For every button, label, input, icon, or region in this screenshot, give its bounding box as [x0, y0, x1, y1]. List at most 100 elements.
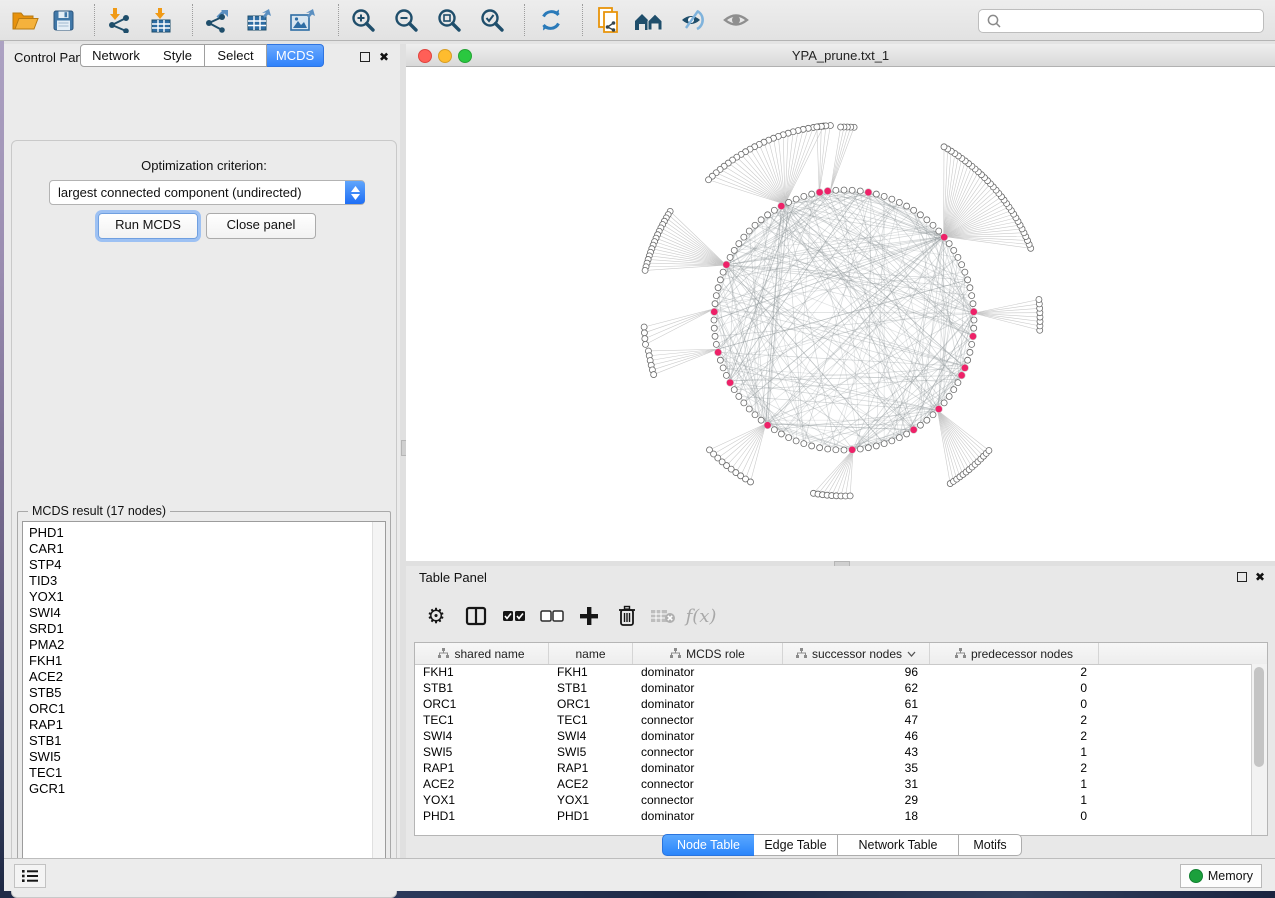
mcds-result-item[interactable]: CAR1: [29, 541, 385, 557]
mcds-result-item[interactable]: ORC1: [29, 701, 385, 717]
table-row[interactable]: RAP1RAP1dominator352: [415, 760, 1251, 776]
search-box[interactable]: [978, 9, 1264, 33]
tab-network[interactable]: Network: [80, 44, 152, 67]
mcds-result-item[interactable]: STP4: [29, 557, 385, 573]
mcds-result-item[interactable]: SRD1: [29, 621, 385, 637]
mcds-list-scrollbar[interactable]: [372, 522, 385, 879]
column-header-shared-name[interactable]: shared name: [415, 643, 549, 664]
network-graph-canvas[interactable]: [406, 67, 1275, 561]
delete-column-button[interactable]: [612, 602, 642, 630]
tab-motifs[interactable]: Motifs: [959, 834, 1022, 856]
network-window-titlebar[interactable]: YPA_prune.txt_1: [406, 44, 1275, 67]
dominator-node[interactable]: [824, 187, 831, 194]
dominator-node[interactable]: [764, 422, 771, 429]
table-row[interactable]: FKH1FKH1dominator962: [415, 664, 1251, 680]
dominator-node[interactable]: [910, 426, 917, 433]
function-builder-button[interactable]: f(x): [686, 602, 716, 630]
mcds-result-item[interactable]: GCR1: [29, 781, 385, 797]
table-row[interactable]: YOX1YOX1connector291: [415, 792, 1251, 808]
mcds-result-item[interactable]: PHD1: [29, 525, 385, 541]
column-header-name[interactable]: name: [549, 643, 633, 664]
table-row[interactable]: ACE2ACE2connector311: [415, 776, 1251, 792]
share-document-button[interactable]: [592, 5, 626, 35]
save-session-button[interactable]: [46, 5, 80, 35]
dominator-node[interactable]: [723, 261, 730, 268]
tab-mcds[interactable]: MCDS: [267, 44, 324, 67]
scrollbar-thumb[interactable]: [1254, 667, 1264, 767]
refresh-layout-button[interactable]: [534, 5, 568, 35]
table-row[interactable]: ORC1ORC1dominator610: [415, 696, 1251, 712]
show-graphics-details-button[interactable]: [719, 5, 753, 35]
mcds-result-item[interactable]: STB1: [29, 733, 385, 749]
control-panel-close-button[interactable]: ✖: [378, 51, 390, 63]
tab-network-table[interactable]: Network Table: [838, 834, 959, 856]
table-row[interactable]: TEC1TEC1connector472: [415, 712, 1251, 728]
column-header-predecessor-nodes[interactable]: predecessor nodes: [930, 643, 1099, 664]
mcds-result-item[interactable]: PMA2: [29, 637, 385, 653]
search-input[interactable]: [1006, 13, 1263, 29]
fit-content-button[interactable]: [432, 5, 466, 35]
dominator-node[interactable]: [958, 372, 965, 379]
mcds-result-item[interactable]: RAP1: [29, 717, 385, 733]
task-history-button[interactable]: [14, 864, 46, 888]
tab-node-table[interactable]: Node Table: [662, 834, 755, 856]
mcds-result-item[interactable]: FKH1: [29, 653, 385, 669]
import-table-button[interactable]: [144, 5, 178, 35]
hide-graphics-details-button[interactable]: [676, 5, 710, 35]
zoom-in-button[interactable]: [346, 5, 380, 35]
cell-successor_nodes: 43: [783, 744, 918, 760]
export-image-button[interactable]: [285, 5, 319, 35]
table-row[interactable]: PHD1PHD1dominator180: [415, 808, 1251, 824]
mcds-result-item[interactable]: ACE2: [29, 669, 385, 685]
cell-name: PHD1: [557, 808, 589, 824]
run-mcds-button[interactable]: Run MCDS: [98, 213, 198, 239]
dominator-node[interactable]: [941, 234, 948, 241]
import-network-button[interactable]: [102, 5, 136, 35]
dominator-node[interactable]: [816, 189, 823, 196]
mcds-result-item[interactable]: YOX1: [29, 589, 385, 605]
control-panel-float-button[interactable]: [359, 51, 371, 63]
tab-edge-table[interactable]: Edge Table: [754, 834, 838, 856]
dominator-node[interactable]: [970, 308, 977, 315]
table-settings-button[interactable]: ⚙: [421, 602, 451, 630]
split-panel-button[interactable]: [461, 602, 491, 630]
dominator-node[interactable]: [865, 189, 872, 196]
dominator-node[interactable]: [778, 202, 785, 209]
table-scrollbar[interactable]: [1251, 664, 1267, 835]
home-networks-button[interactable]: [632, 5, 666, 35]
export-network-button[interactable]: [200, 5, 234, 35]
column-header-successor-nodes[interactable]: successor nodes: [783, 643, 930, 664]
add-column-button[interactable]: [574, 602, 604, 630]
dominator-node[interactable]: [961, 364, 968, 371]
close-panel-button[interactable]: Close panel: [206, 213, 316, 239]
dominator-node[interactable]: [714, 349, 721, 356]
tab-select[interactable]: Select: [205, 44, 267, 67]
mcds-result-list[interactable]: PHD1CAR1STP4TID3YOX1SWI4SRD1PMA2FKH1ACE2…: [22, 521, 386, 880]
dominator-node[interactable]: [969, 333, 976, 340]
export-table-button[interactable]: [242, 5, 276, 35]
dominator-node[interactable]: [711, 308, 718, 315]
memory-button[interactable]: Memory: [1180, 864, 1262, 888]
mcds-result-item[interactable]: TEC1: [29, 765, 385, 781]
tab-style[interactable]: Style: [151, 44, 205, 67]
mcds-result-item[interactable]: TID3: [29, 573, 385, 589]
open-file-button[interactable]: [8, 5, 42, 35]
deselect-all-button[interactable]: [537, 602, 567, 630]
delete-table-button[interactable]: [648, 602, 678, 630]
zoom-selected-button[interactable]: [475, 5, 509, 35]
column-header-MCDS-role[interactable]: MCDS role: [633, 643, 783, 664]
table-panel-float-button[interactable]: [1236, 571, 1248, 583]
table-row[interactable]: STB1STB1dominator620: [415, 680, 1251, 696]
mcds-result-item[interactable]: STB5: [29, 685, 385, 701]
dominator-node[interactable]: [849, 446, 856, 453]
dominator-node[interactable]: [935, 405, 942, 412]
mcds-result-item[interactable]: SWI4: [29, 605, 385, 621]
mcds-result-item[interactable]: SWI5: [29, 749, 385, 765]
dominator-node[interactable]: [726, 379, 733, 386]
select-all-button[interactable]: [499, 602, 529, 630]
table-row[interactable]: SWI5SWI5connector431: [415, 744, 1251, 760]
table-row[interactable]: SWI4SWI4dominator462: [415, 728, 1251, 744]
table-panel-close-button[interactable]: ✖: [1254, 571, 1266, 583]
zoom-out-button[interactable]: [389, 5, 423, 35]
optimization-criterion-select[interactable]: largest connected component (undirected): [49, 180, 365, 205]
